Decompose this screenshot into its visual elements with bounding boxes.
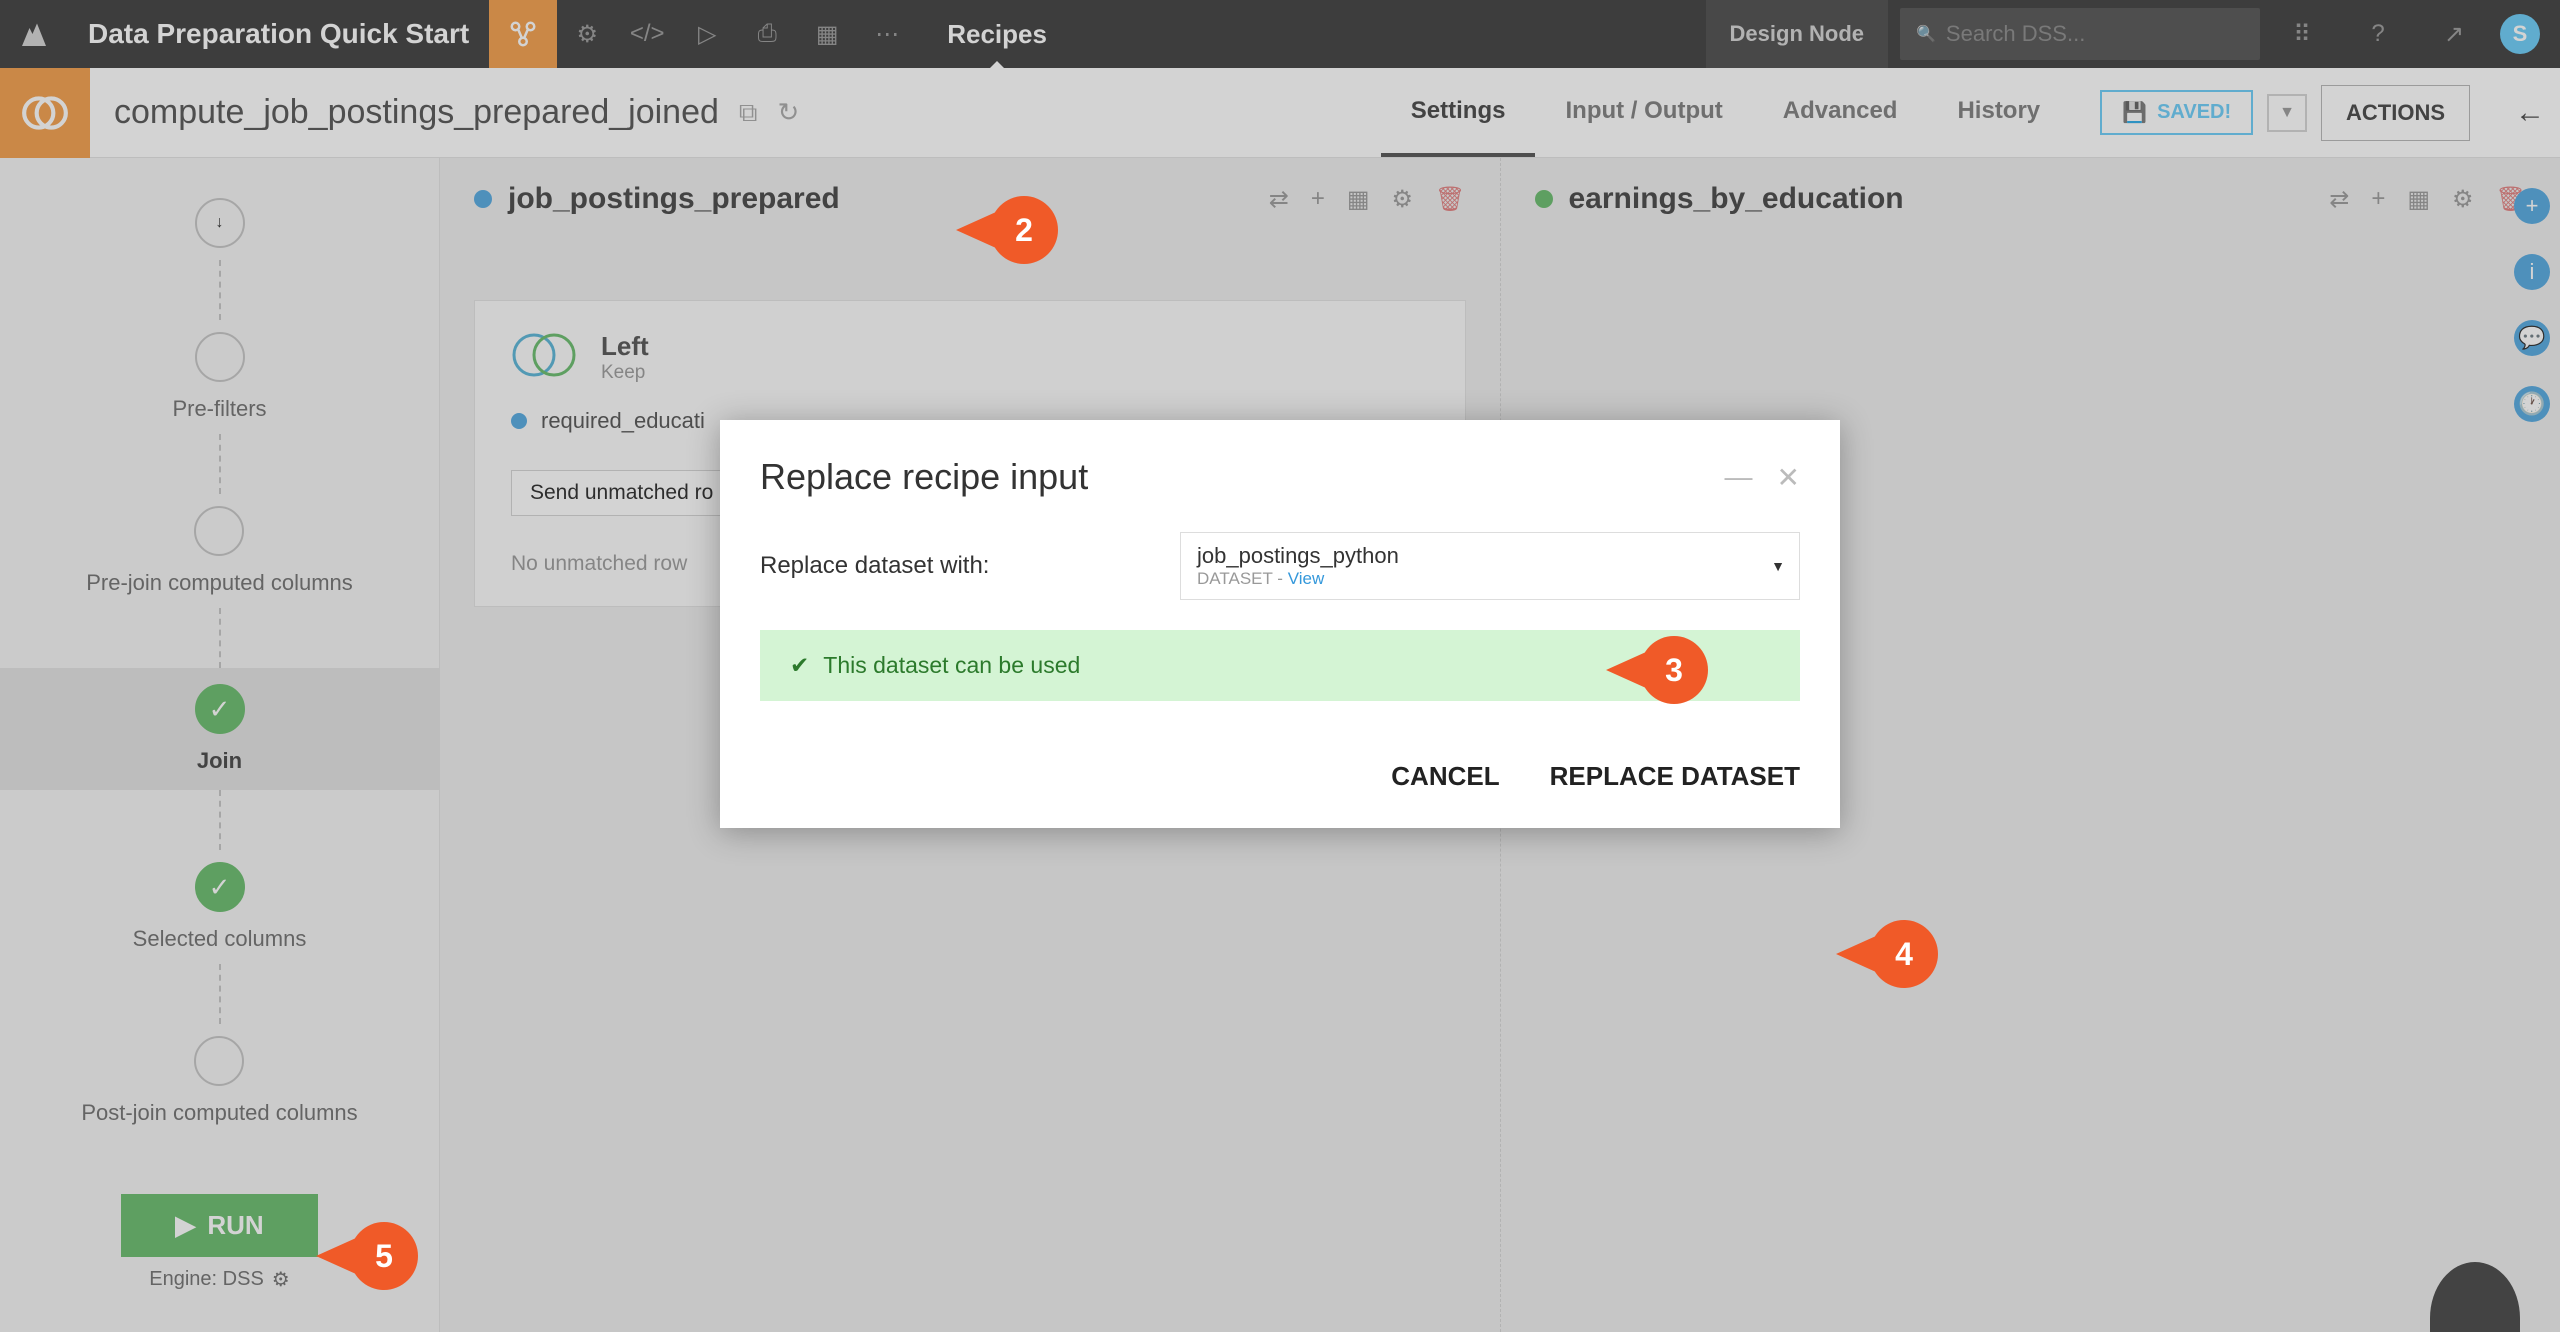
view-link[interactable]: View (1288, 569, 1325, 588)
callout-4: 4 (1870, 920, 1938, 988)
replace-with-label: Replace dataset with: (760, 552, 1140, 580)
success-text: This dataset can be used (823, 652, 1080, 679)
callout-3: 3 (1640, 636, 1708, 704)
modal-title: Replace recipe input (760, 456, 1725, 498)
dataset-select[interactable]: job_postings_python DATASET - View ▼ (1180, 532, 1800, 600)
callout-5-number: 5 (375, 1238, 393, 1275)
callout-2-number: 2 (1015, 212, 1033, 249)
callout-4-number: 4 (1895, 936, 1913, 973)
callout-5: 5 (350, 1222, 418, 1290)
replace-input-modal: Replace recipe input — ✕ Replace dataset… (720, 420, 1840, 828)
chevron-down-icon: ▼ (1771, 558, 1785, 574)
minimize-icon[interactable]: — (1725, 461, 1753, 494)
close-icon[interactable]: ✕ (1777, 461, 1800, 494)
callout-3-number: 3 (1665, 652, 1683, 689)
dataset-select-subtitle: DATASET - View (1197, 569, 1783, 589)
callout-2: 2 (990, 196, 1058, 264)
replace-dataset-button[interactable]: REPLACE DATASET (1550, 761, 1800, 792)
check-icon: ✔ (790, 652, 809, 679)
dataset-select-value: job_postings_python (1197, 543, 1783, 569)
cancel-button[interactable]: CANCEL (1391, 761, 1499, 792)
